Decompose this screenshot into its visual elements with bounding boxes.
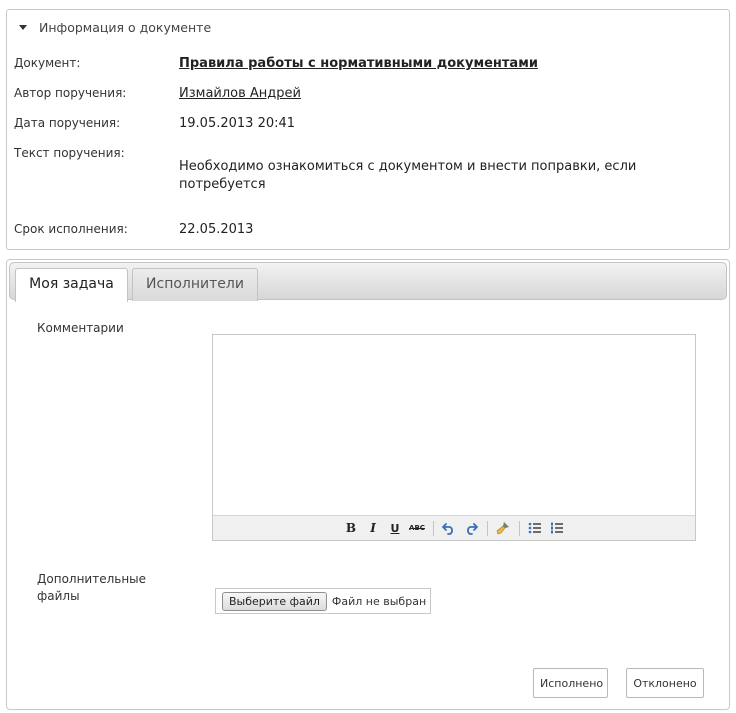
reject-button[interactable]: Отклонено (626, 668, 704, 698)
triangle-down-icon[interactable] (19, 24, 27, 30)
clear-format-brush-icon[interactable] (494, 519, 513, 538)
editor-toolbar: B I U ABC (213, 515, 695, 540)
bold-icon[interactable]: B (342, 519, 361, 538)
tab-strip: Моя задача Исполнители (9, 262, 727, 302)
tab-executors[interactable]: Исполнители (132, 268, 258, 301)
document-info-toggle[interactable]: Информация о документе (17, 19, 211, 35)
deadline-value: 22.05.2013 (179, 222, 254, 237)
toolbar-divider (486, 520, 488, 536)
deadline-label: Срок исполнения: (14, 222, 128, 236)
document-link[interactable]: Правила работы с нормативными документам… (179, 56, 538, 71)
done-button[interactable]: Исполнено (533, 668, 608, 698)
task-text-value: Необходимо ознакомиться с документом и в… (179, 159, 637, 192)
document-info-panel: Информация о документе Документ: Правила… (6, 9, 730, 250)
comments-label: Комментарии (37, 321, 124, 335)
redo-icon[interactable] (462, 519, 481, 538)
tab-my-task[interactable]: Моя задача (15, 268, 128, 302)
date-value: 19.05.2013 20:41 (179, 116, 296, 131)
toolbar-divider (518, 520, 520, 536)
author-label: Автор поручения: (14, 86, 127, 100)
undo-icon[interactable] (440, 519, 459, 538)
strikethrough-icon[interactable]: ABC (408, 519, 427, 538)
italic-icon[interactable]: I (364, 519, 383, 538)
task-text-label: Текст поручения: (14, 146, 125, 160)
comments-input[interactable] (213, 335, 695, 516)
date-label: Дата поручения: (14, 116, 121, 130)
toolbar-divider (432, 520, 434, 536)
comments-editor: B I U ABC (212, 334, 696, 541)
author-value: Измайлов Андрей (179, 85, 721, 103)
additional-files-label: Дополнительные файлы (37, 572, 147, 603)
task-panel: Моя задача Исполнители Комментарии B I U… (6, 259, 730, 710)
author-link[interactable]: Измайлов Андрей (179, 86, 301, 101)
file-status-text: Файл не выбран (331, 594, 427, 608)
document-label: Документ: (14, 56, 81, 70)
document-value: Правила работы с нормативными документам… (179, 55, 721, 73)
bullet-list-icon[interactable] (526, 519, 545, 538)
document-info-title: Информация о документе (39, 19, 212, 35)
underline-icon[interactable]: U (386, 519, 405, 538)
numbered-list-icon[interactable] (548, 519, 567, 538)
choose-file-button[interactable]: Выберите файл (222, 591, 327, 611)
file-upload-field: Выберите файл Файл не выбран (215, 588, 431, 614)
